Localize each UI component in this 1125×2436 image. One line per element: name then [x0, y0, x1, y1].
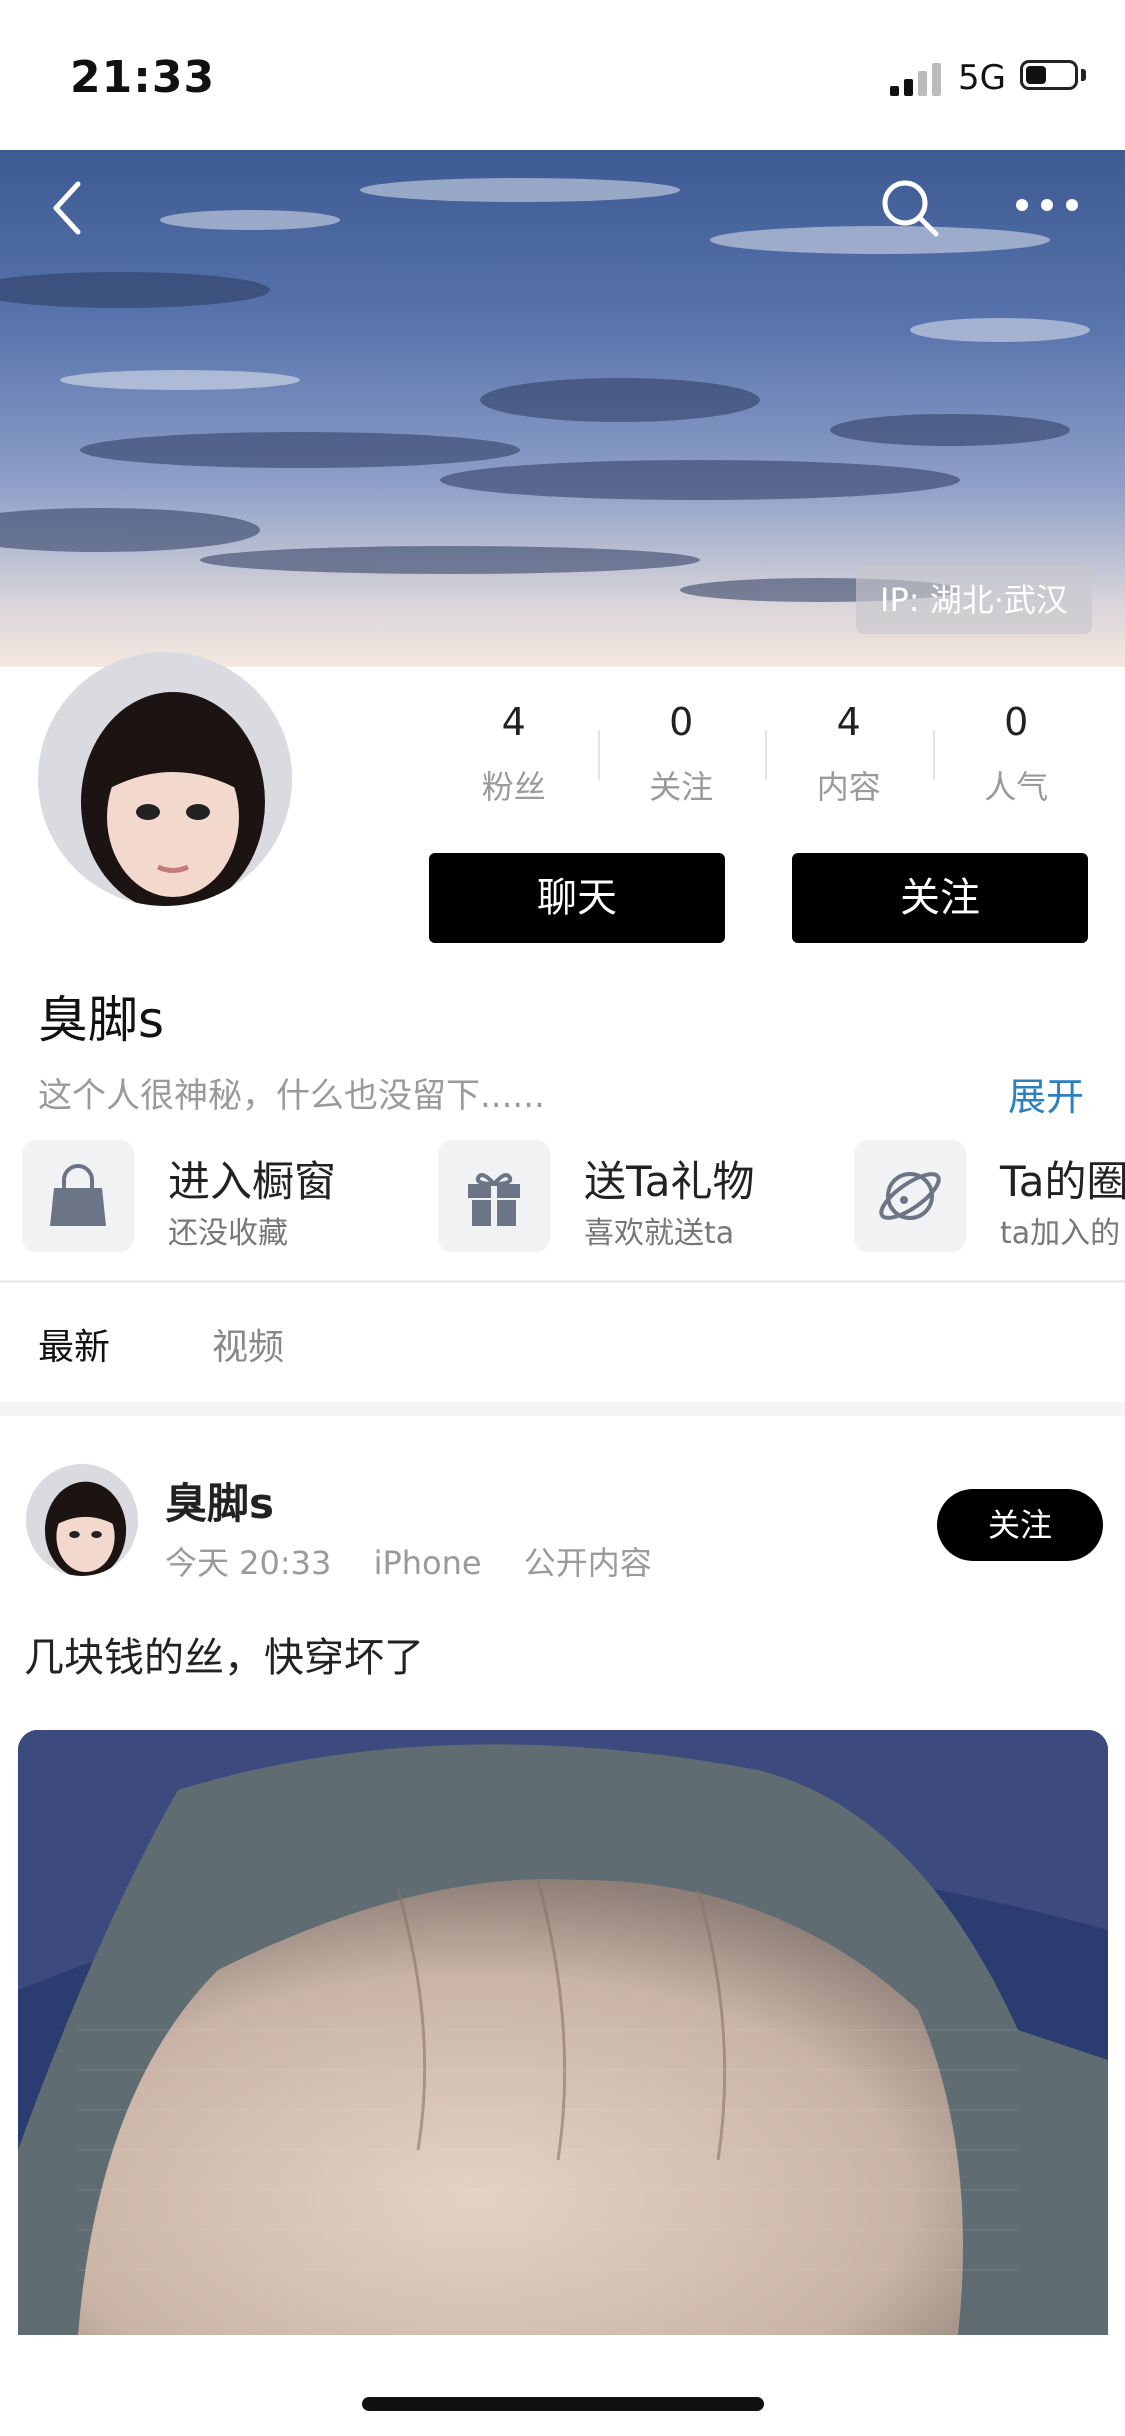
stat-value: 0: [669, 700, 694, 744]
stat-label: 粉丝: [481, 768, 546, 806]
more-icon[interactable]: [1012, 195, 1082, 215]
battery-tip: [1081, 69, 1086, 81]
avatar[interactable]: [38, 652, 292, 906]
shortcut-subtitle: 还没收藏: [168, 1216, 288, 1251]
shortcut-subtitle: 喜欢就送ta: [584, 1216, 735, 1251]
post-follow-button[interactable]: 关注: [937, 1489, 1103, 1561]
stat-value: 4: [501, 700, 526, 744]
tab-latest[interactable]: 最新: [38, 1318, 110, 1370]
stat-label: 内容: [816, 768, 881, 806]
shortcut-row: 进入橱窗 还没收藏 送Ta礼物 喜欢就送ta Ta的圈 ta加入的: [0, 1140, 1125, 1260]
shortcut-circle[interactable]: Ta的圈 ta加入的: [854, 1140, 1125, 1254]
shortcut-showcase[interactable]: 进入橱窗 还没收藏: [22, 1140, 402, 1254]
profile-bio: 这个人很神秘，什么也没留下......: [38, 1076, 545, 1116]
divider: [0, 1280, 1125, 1283]
post-time: 今天 20:33: [165, 1544, 332, 1582]
gift-icon: [438, 1140, 550, 1252]
divider: [0, 1402, 1125, 1416]
post-text: 几块钱的丝，快穿坏了: [24, 1635, 424, 1681]
post-device: iPhone: [373, 1544, 482, 1582]
stat-label: 人气: [984, 768, 1049, 806]
profile-stats: 4 粉丝 0 关注 4 内容 0 人气: [430, 700, 1100, 820]
shortcut-title: 进入橱窗: [168, 1157, 337, 1206]
post-avatar[interactable]: [26, 1464, 138, 1576]
stat-value: 4: [836, 700, 861, 744]
search-icon[interactable]: [878, 176, 942, 240]
shortcut-gift[interactable]: 送Ta礼物 喜欢就送ta: [438, 1140, 818, 1254]
tab-video[interactable]: 视频: [212, 1318, 284, 1370]
back-icon[interactable]: [48, 178, 88, 238]
stat-content[interactable]: 4 内容: [765, 700, 933, 820]
post-meta: 今天 20:33 iPhone 公开内容: [165, 1538, 684, 1584]
shortcut-title: Ta的圈: [1000, 1157, 1125, 1206]
chat-button[interactable]: 聊天: [429, 853, 725, 943]
stat-following[interactable]: 0 关注: [597, 700, 766, 820]
expand-bio-link[interactable]: 展开: [1008, 1066, 1084, 1121]
battery-icon: [1020, 60, 1078, 90]
ip-location-badge: IP: 湖北·武汉: [856, 566, 1092, 634]
follow-button[interactable]: 关注: [792, 853, 1088, 943]
profile-name: 臭脚s: [38, 991, 165, 1049]
shortcut-title: 送Ta礼物: [584, 1157, 755, 1206]
stat-popularity[interactable]: 0 人气: [932, 700, 1101, 820]
post-visibility: 公开内容: [523, 1544, 652, 1582]
status-time: 21:33: [70, 52, 216, 103]
home-indicator[interactable]: [362, 2397, 764, 2411]
planet-icon: [854, 1140, 966, 1252]
status-bar: 21:33 5G: [0, 0, 1125, 150]
post-username[interactable]: 臭脚s: [165, 1470, 274, 1531]
shortcut-subtitle: ta加入的: [1000, 1216, 1121, 1251]
stat-label: 关注: [649, 768, 714, 806]
signal-icon: [890, 63, 941, 96]
network-type: 5G: [958, 58, 1006, 98]
post-image[interactable]: [18, 1730, 1108, 2335]
stat-fans[interactable]: 4 粉丝: [430, 700, 598, 820]
stat-value: 0: [1004, 700, 1029, 744]
shopping-bag-icon: [22, 1140, 134, 1252]
